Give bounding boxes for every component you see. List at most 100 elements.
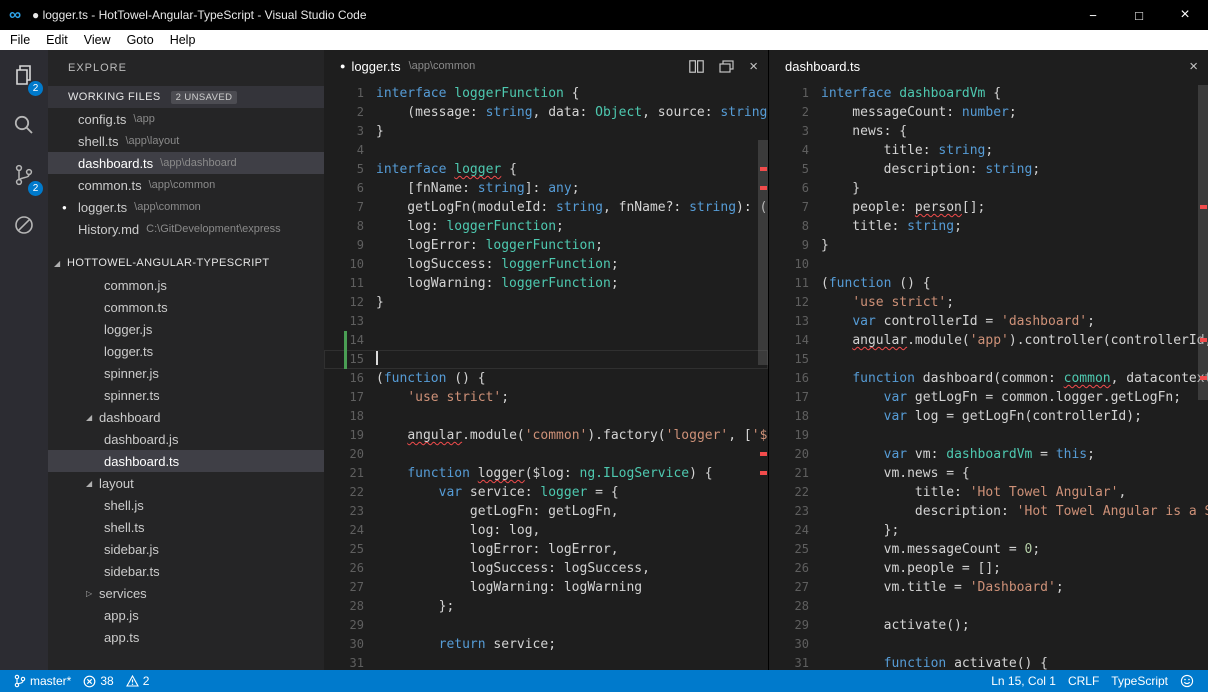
code-line[interactable]: 25 vm.messageCount = 0; — [769, 540, 1208, 559]
line-number[interactable]: 18 — [324, 407, 364, 426]
code-line[interactable]: 20 var vm: dashboardVm = this; — [769, 445, 1208, 464]
tree-item-shell.js[interactable]: shell.js — [48, 494, 324, 516]
tree-item-common.js[interactable]: common.js — [48, 274, 324, 296]
working-file-History.md[interactable]: ●History.mdC:\GitDevelopment\express — [48, 218, 324, 240]
line-number[interactable]: 22 — [324, 483, 364, 502]
line-number[interactable]: 13 — [324, 312, 364, 331]
search-icon[interactable] — [0, 100, 48, 150]
warnings-status[interactable]: 2 — [120, 670, 156, 692]
tree-item-dashboard.js[interactable]: dashboard.js — [48, 428, 324, 450]
line-number[interactable]: 2 — [769, 103, 809, 122]
code-line[interactable]: 26 vm.people = []; — [769, 559, 1208, 578]
line-number[interactable]: 19 — [324, 426, 364, 445]
tree-item-app.ts[interactable]: app.ts — [48, 626, 324, 648]
code-line[interactable]: 2 (message: string, data: Object, source… — [324, 103, 768, 122]
cursor-position[interactable]: Ln 15, Col 1 — [985, 670, 1062, 692]
line-number[interactable]: 28 — [769, 597, 809, 616]
line-number[interactable]: 27 — [769, 578, 809, 597]
code-line[interactable]: 21 vm.news = { — [769, 464, 1208, 483]
tree-item-logger.js[interactable]: logger.js — [48, 318, 324, 340]
code-line[interactable]: 12 'use strict'; — [769, 293, 1208, 312]
code-line[interactable]: 13 — [324, 312, 768, 331]
line-number[interactable]: 15 — [769, 350, 809, 369]
line-number[interactable]: 28 — [324, 597, 364, 616]
code-line[interactable]: 9 logError: loggerFunction; — [324, 236, 768, 255]
line-number[interactable]: 2 — [324, 103, 364, 122]
code-line[interactable]: 31 function activate() { — [769, 654, 1208, 670]
code-line[interactable]: 8 title: string; — [769, 217, 1208, 236]
code-line[interactable]: 27 vm.title = 'Dashboard'; — [769, 578, 1208, 597]
line-number[interactable]: 30 — [324, 635, 364, 654]
tree-item-sidebar.js[interactable]: sidebar.js — [48, 538, 324, 560]
code-line[interactable]: 11(function () { — [769, 274, 1208, 293]
close-editor-icon[interactable]: × — [749, 59, 758, 74]
line-number[interactable]: 24 — [324, 521, 364, 540]
line-number[interactable]: 23 — [324, 502, 364, 521]
tree-item-dashboard[interactable]: ◢dashboard — [48, 406, 324, 428]
menu-edit[interactable]: Edit — [38, 30, 76, 50]
working-file-shell.ts[interactable]: ●shell.ts\app\layout — [48, 130, 324, 152]
code-line[interactable]: 24 }; — [769, 521, 1208, 540]
language-mode[interactable]: TypeScript — [1105, 670, 1174, 692]
menu-help[interactable]: Help — [162, 30, 204, 50]
code-line[interactable]: 19 angular.module('common').factory('log… — [324, 426, 768, 445]
menu-file[interactable]: File — [2, 30, 38, 50]
code-line[interactable]: 30 — [769, 635, 1208, 654]
code-line[interactable]: 23 description: 'Hot Towel Angular is a … — [769, 502, 1208, 521]
code-line[interactable]: 5interface logger { — [324, 160, 768, 179]
line-number[interactable]: 3 — [324, 122, 364, 141]
tree-item-app.js[interactable]: app.js — [48, 604, 324, 626]
code-line[interactable]: 4 — [324, 141, 768, 160]
code-line[interactable]: 18 var log = getLogFn(controllerId); — [769, 407, 1208, 426]
line-number[interactable]: 11 — [324, 274, 364, 293]
git-branch-status[interactable]: master* — [8, 670, 77, 692]
code-line[interactable]: 22 title: 'Hot Towel Angular', — [769, 483, 1208, 502]
tree-item-layout[interactable]: ◢layout — [48, 472, 324, 494]
line-number[interactable]: 10 — [769, 255, 809, 274]
line-number[interactable]: 13 — [769, 312, 809, 331]
code-line[interactable]: 23 getLogFn: getLogFn, — [324, 502, 768, 521]
code-line[interactable]: 31 — [324, 654, 768, 670]
line-number[interactable]: 9 — [324, 236, 364, 255]
tree-item-shell.ts[interactable]: shell.ts — [48, 516, 324, 538]
line-number[interactable]: 27 — [324, 578, 364, 597]
code-line[interactable]: 15 — [769, 350, 1208, 369]
line-number[interactable]: 30 — [769, 635, 809, 654]
debug-icon[interactable] — [0, 200, 48, 250]
code-line[interactable]: 13 var controllerId = 'dashboard'; — [769, 312, 1208, 331]
code-line[interactable]: 2 messageCount: number; — [769, 103, 1208, 122]
line-number[interactable]: 12 — [324, 293, 364, 312]
working-file-logger.ts[interactable]: ●logger.ts\app\common — [48, 196, 324, 218]
code-line[interactable]: 26 logSuccess: logSuccess, — [324, 559, 768, 578]
line-number[interactable]: 19 — [769, 426, 809, 445]
code-line[interactable]: 1interface dashboardVm { — [769, 84, 1208, 103]
close-editor-icon[interactable]: × — [1189, 59, 1198, 74]
line-number[interactable]: 4 — [769, 141, 809, 160]
line-number[interactable]: 3 — [769, 122, 809, 141]
tree-item-services[interactable]: ▷services — [48, 582, 324, 604]
code-line[interactable]: 14 angular.module('app').controller(cont… — [769, 331, 1208, 350]
line-number[interactable]: 23 — [769, 502, 809, 521]
line-number[interactable]: 16 — [324, 369, 364, 388]
line-number[interactable]: 14 — [769, 331, 809, 350]
line-number[interactable]: 31 — [324, 654, 364, 670]
working-files-header[interactable]: WORKING FILES 2 UNSAVED — [48, 86, 324, 108]
line-number[interactable]: 11 — [769, 274, 809, 293]
line-number[interactable]: 7 — [324, 198, 364, 217]
line-number[interactable]: 17 — [769, 388, 809, 407]
tree-item-spinner.ts[interactable]: spinner.ts — [48, 384, 324, 406]
minimize-button[interactable]: − — [1070, 0, 1116, 30]
maximize-button[interactable]: □ — [1116, 0, 1162, 30]
line-number[interactable]: 1 — [769, 84, 809, 103]
tree-item-common.ts[interactable]: common.ts — [48, 296, 324, 318]
editor-tab-logger[interactable]: ● logger.ts \app\common — [324, 50, 768, 82]
eol-indicator[interactable]: CRLF — [1062, 670, 1105, 692]
line-number[interactable]: 9 — [769, 236, 809, 255]
code-line[interactable]: 14 — [324, 331, 768, 350]
code-line[interactable]: 10 logSuccess: loggerFunction; — [324, 255, 768, 274]
code-line[interactable]: 22 var service: logger = { — [324, 483, 768, 502]
code-line[interactable]: 4 title: string; — [769, 141, 1208, 160]
code-line[interactable]: 28 }; — [324, 597, 768, 616]
code-line[interactable]: 17 var getLogFn = common.logger.getLogFn… — [769, 388, 1208, 407]
errors-status[interactable]: 38 — [77, 670, 119, 692]
